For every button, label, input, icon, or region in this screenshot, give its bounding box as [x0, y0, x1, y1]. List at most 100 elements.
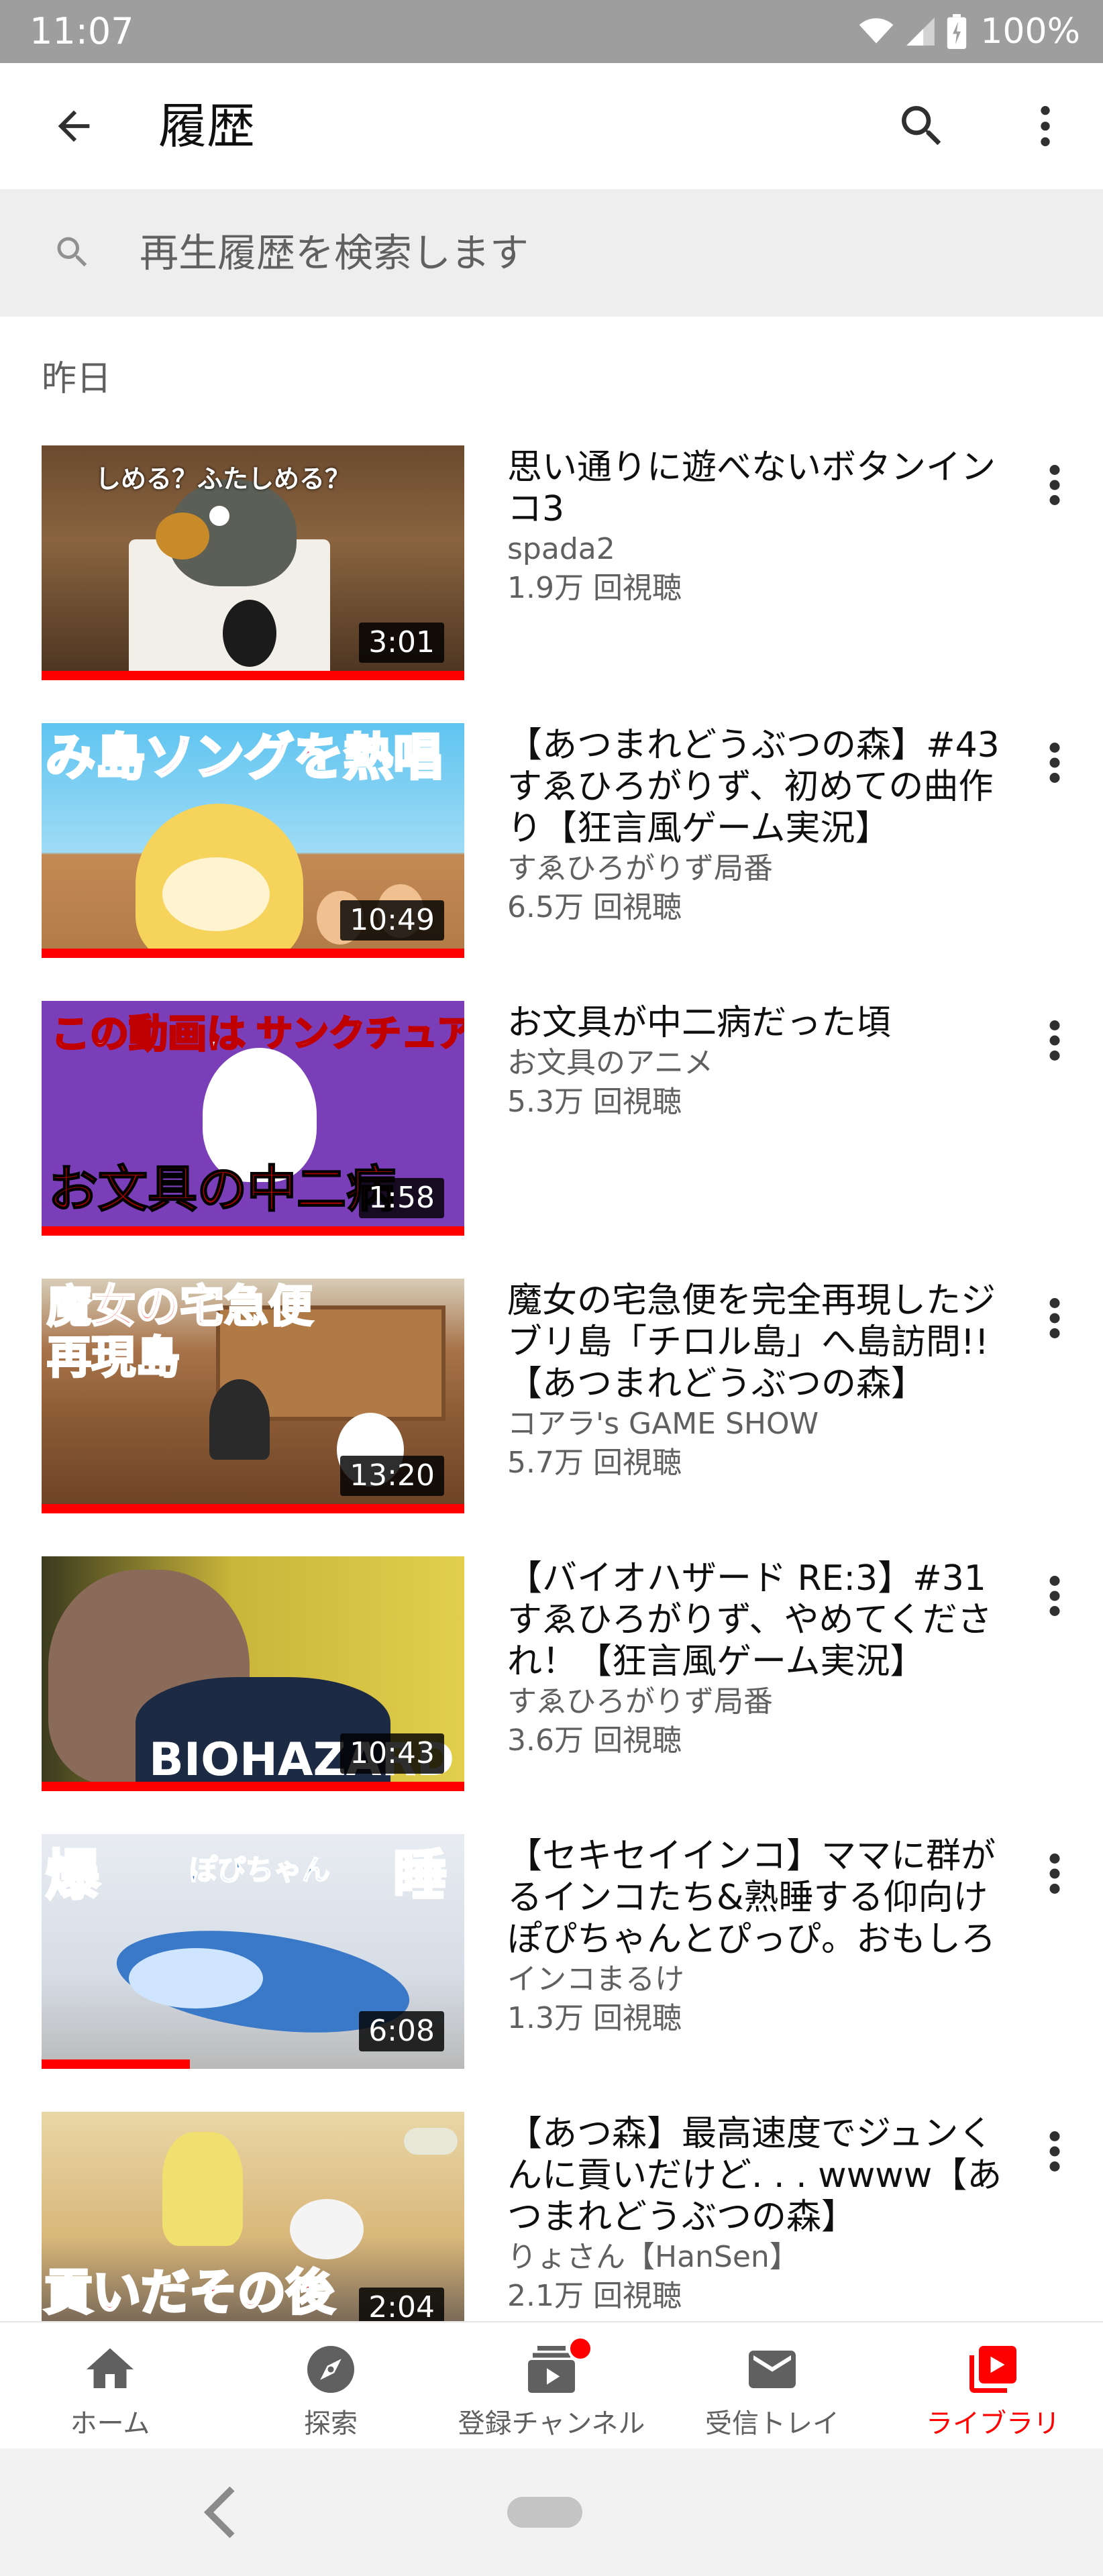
thumbnail-caption: 貢いだその後 [43, 2263, 335, 2321]
app-bar: 履歴 [0, 63, 1103, 189]
more-vert-icon [1049, 465, 1060, 505]
video-menu-button[interactable] [1035, 1010, 1075, 1071]
inbox-icon [749, 2351, 796, 2388]
video-thumbnail[interactable]: 貢いだその後 2:04 [42, 2112, 464, 2321]
video-title: 思い通りに遊べないボタンインコ3 [507, 447, 996, 529]
explore-icon [307, 2346, 354, 2393]
video-title: 【バイオハザード RE:3】#31 すゑひろがりず、やめてくだされ！【狂言風ゲー… [507, 1558, 992, 1682]
status-indicators: 100% [858, 8, 1080, 55]
channel-name: お文具のアニメ [507, 1046, 714, 1080]
video-title: 魔女の宅急便を完全再現したジブリ島「チロル島」へ島訪問!!【あつまれどうぶつの森… [507, 1281, 996, 1404]
video-duration: 10:49 [340, 900, 444, 941]
video-thumbnail[interactable]: しめる？ふたしめる？ 3:01 [42, 445, 464, 680]
watch-progress-bar [42, 671, 464, 680]
video-menu-button[interactable] [1035, 733, 1075, 793]
video-title: 【あつ森】最高速度でジュンくんに貢いだけど. . . wwww【あつまれどうぶつ… [507, 2114, 1002, 2237]
more-vert-icon [1049, 1854, 1060, 1894]
nav-subscriptions[interactable]: 登録チャンネル [441, 2322, 662, 2450]
video-thumbnail[interactable]: み島ソングを熱唱 10:49 [42, 723, 464, 958]
video-duration: 13:20 [340, 1456, 444, 1496]
video-item[interactable]: しめる？ふたしめる？ 3:01 思い通りに遊べないボタンインコ3 spada2 … [0, 445, 1103, 723]
search-input[interactable] [140, 224, 1012, 282]
watch-progress-bar [42, 2059, 190, 2069]
cell-signal-icon [906, 17, 935, 46]
view-count: 5.3万 回視聴 [507, 1085, 682, 1119]
nav-label: 探索 [304, 2408, 358, 2439]
bottom-navigation: ホーム 探索 登録チャンネル 受信トレイ ライブラリ [0, 2321, 1103, 2450]
watch-progress-bar [42, 1226, 464, 1236]
more-vert-icon [1049, 1020, 1060, 1061]
video-info[interactable]: 【バイオハザード RE:3】#31 すゑひろがりず、やめてくだされ！【狂言風ゲー… [507, 1556, 1004, 1760]
channel-name: すゑひろがりず局番 [507, 851, 773, 885]
video-menu-button[interactable] [1035, 2121, 1075, 2182]
thumbnail-caption: 再現島 [46, 1331, 181, 1385]
more-options-button[interactable] [1013, 95, 1078, 157]
view-count: 1.3万 回視聴 [507, 2001, 682, 2035]
video-info[interactable]: お文具が中二病だった頃 お文具のアニメ 5.3万 回視聴 [507, 1001, 1004, 1122]
home-icon [87, 2348, 134, 2388]
nav-home[interactable]: ホーム [0, 2322, 220, 2450]
system-back-button[interactable] [199, 2482, 246, 2542]
more-vert-icon [1049, 1576, 1060, 1616]
video-item[interactable]: 爆 ぽぴちゃん 睡 6:08 【セキセイインコ】ママに群がるインコたち&熟睡する… [0, 1834, 1103, 2112]
video-menu-button[interactable] [1035, 1288, 1075, 1348]
status-time: 11:07 [30, 10, 134, 52]
thumbnail-caption: しめる？ふたしめる？ [95, 464, 351, 494]
video-item[interactable]: この動画は サンクチュアリ お文具の中二病 1:58 お文具が中二病だった頃 お… [0, 1001, 1103, 1279]
video-menu-button[interactable] [1035, 1566, 1075, 1626]
video-info[interactable]: 【あつまれどうぶつの森】#43 すゑひろがりず、初めての曲作り【狂言風ゲーム実況… [507, 723, 1004, 927]
video-title: お文具が中二病だった頃 [507, 1003, 892, 1043]
search-icon [902, 106, 941, 146]
channel-name: コアラ's GAME SHOW [507, 1407, 819, 1441]
nav-library[interactable]: ライブラリ [883, 2322, 1103, 2450]
battery-level: 100% [980, 11, 1080, 52]
channel-name: りょさん【HanSen】 [507, 2240, 799, 2274]
view-count: 2.1万 回視聴 [507, 2279, 682, 2313]
nav-inbox[interactable]: 受信トレイ [662, 2322, 882, 2450]
video-duration: 1:58 [359, 1178, 444, 1218]
channel-name: すゑひろがりず局番 [507, 1684, 773, 1719]
video-item[interactable]: 魔女の宅急便 再現島 13:20 魔女の宅急便を完全再現したジブリ島「チロル島」… [0, 1279, 1103, 1556]
channel-name: spada2 [507, 532, 615, 566]
video-thumbnail[interactable]: 魔女の宅急便 再現島 13:20 [42, 1279, 464, 1513]
nav-label: 受信トレイ [705, 2408, 839, 2439]
video-title: 【セキセイインコ】ママに群がるインコたち&熟睡する仰向けぽぴちゃんとぴっぴ。おも… [507, 1836, 996, 1960]
view-count: 3.6万 回視聴 [507, 1723, 682, 1758]
history-search-box[interactable] [0, 189, 1103, 317]
thumbnail-caption: サンクチュアリ [256, 1012, 464, 1056]
page-title: 履歴 [158, 98, 256, 154]
arrow-back-icon [58, 110, 90, 142]
system-navigation-bar [0, 2449, 1103, 2576]
system-home-pill[interactable] [507, 2497, 582, 2528]
nav-explore[interactable]: 探索 [221, 2322, 441, 2450]
video-menu-button[interactable] [1035, 1843, 1075, 1904]
thumbnail-caption: 爆 [44, 1843, 101, 1908]
video-duration: 3:01 [359, 623, 444, 663]
search-button[interactable] [890, 95, 954, 157]
video-title: 【あつまれどうぶつの森】#43 すゑひろがりず、初めての曲作り【狂言風ゲーム実況… [507, 725, 1000, 849]
thumbnail-caption: 魔女の宅急便 [46, 1280, 314, 1334]
nav-label: 登録チャンネル [458, 2408, 645, 2439]
video-duration: 2:04 [359, 2288, 444, 2321]
view-count: 1.9万 回視聴 [507, 571, 682, 605]
back-button[interactable] [39, 98, 109, 154]
thumbnail-caption: 睡 [392, 1843, 448, 1908]
video-item[interactable]: BIOHAZARD RE:3 10:43 【バイオハザード RE:3】#31 す… [0, 1556, 1103, 1834]
more-vert-icon [1049, 2131, 1060, 2171]
video-info[interactable]: 【セキセイインコ】ママに群がるインコたち&熟睡する仰向けぽぴちゃんとぴっぴ。おも… [507, 1834, 1004, 2038]
video-thumbnail[interactable]: BIOHAZARD RE:3 10:43 [42, 1556, 464, 1791]
view-count: 6.5万 回視聴 [507, 890, 682, 924]
video-info[interactable]: 思い通りに遊べないボタンインコ3 spada2 1.9万 回視聴 [507, 445, 1004, 608]
video-thumbnail[interactable]: この動画は サンクチュアリ お文具の中二病 1:58 [42, 1001, 464, 1236]
video-duration: 10:43 [340, 1733, 444, 1774]
more-vert-icon [1041, 106, 1050, 146]
watch-progress-bar [42, 949, 464, 958]
chevron-left-icon [203, 2486, 235, 2538]
more-vert-icon [1049, 743, 1060, 783]
status-bar: 11:07 100% [0, 0, 1103, 63]
video-item[interactable]: み島ソングを熱唱 10:49 【あつまれどうぶつの森】#43 すゑひろがりず、初… [0, 723, 1103, 1001]
video-thumbnail[interactable]: 爆 ぽぴちゃん 睡 6:08 [42, 1834, 464, 2069]
video-menu-button[interactable] [1035, 455, 1075, 515]
video-info[interactable]: 【あつ森】最高速度でジュンくんに貢いだけど. . . wwww【あつまれどうぶつ… [507, 2112, 1004, 2316]
video-info[interactable]: 魔女の宅急便を完全再現したジブリ島「チロル島」へ島訪問!!【あつまれどうぶつの森… [507, 1279, 1004, 1483]
